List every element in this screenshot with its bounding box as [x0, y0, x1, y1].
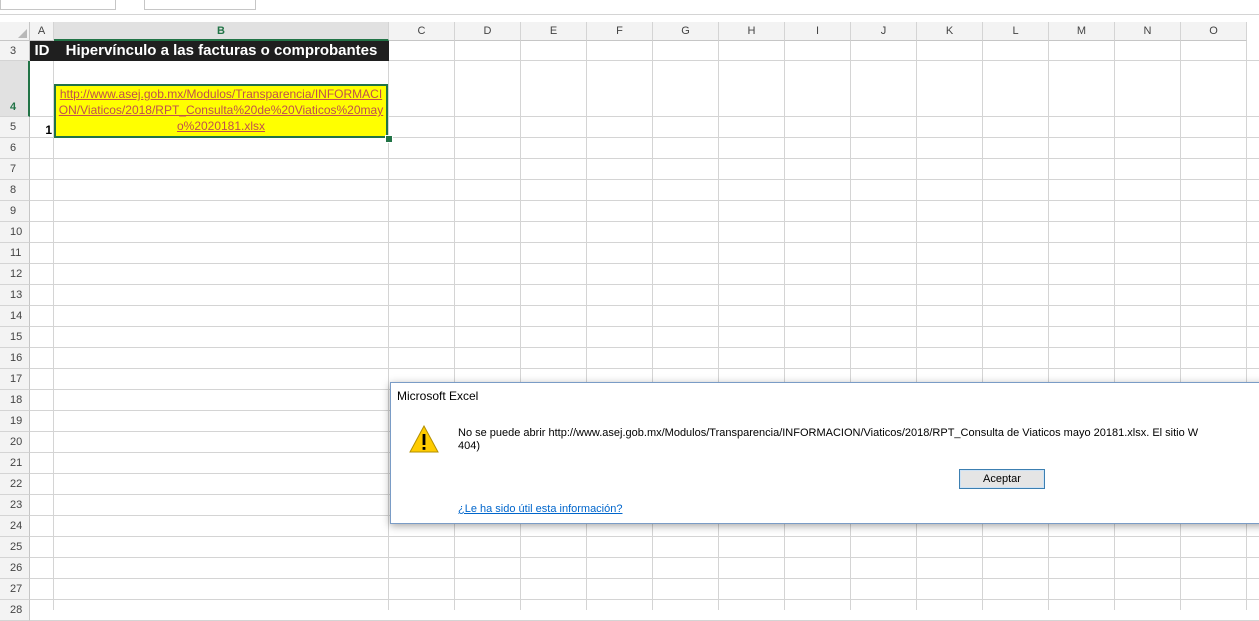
row-header-6[interactable]: 6	[0, 138, 30, 159]
column-header-k[interactable]: K	[917, 22, 983, 41]
row-gridline	[30, 347, 1259, 348]
row-header-28[interactable]: 28	[0, 600, 30, 621]
column-header-h[interactable]: H	[719, 22, 785, 41]
row-header-18[interactable]: 18	[0, 390, 30, 411]
row-header-21[interactable]: 21	[0, 453, 30, 474]
formula-input[interactable]	[144, 0, 256, 10]
column-header-n[interactable]: N	[1115, 22, 1181, 41]
id-cell[interactable]: 1	[30, 122, 52, 138]
help-link[interactable]: ¿Le ha sido útil esta información?	[458, 503, 622, 515]
row-header-14[interactable]: 14	[0, 306, 30, 327]
row-header-12[interactable]: 12	[0, 264, 30, 285]
row-header-17[interactable]: 17	[0, 369, 30, 390]
row-header-27[interactable]: 27	[0, 579, 30, 600]
name-box[interactable]	[0, 0, 116, 10]
row-header-22[interactable]: 22	[0, 474, 30, 495]
row-header-26[interactable]: 26	[0, 558, 30, 579]
row-header-5[interactable]: 5	[0, 117, 30, 138]
id-header-cell[interactable]: ID	[30, 41, 54, 61]
row-header-8[interactable]: 8	[0, 180, 30, 201]
column-header-c[interactable]: C	[389, 22, 455, 41]
column-header-f[interactable]: F	[587, 22, 653, 41]
column-header-e[interactable]: E	[521, 22, 587, 41]
row-header-10[interactable]: 10	[0, 222, 30, 243]
row-gridline	[30, 536, 1259, 537]
fill-handle[interactable]	[385, 135, 393, 143]
column-header-i[interactable]: I	[785, 22, 851, 41]
row-header-11[interactable]: 11	[0, 243, 30, 264]
row-header-24[interactable]: 24	[0, 516, 30, 537]
row-gridline	[30, 578, 1259, 579]
row-header-19[interactable]: 19	[0, 411, 30, 432]
column-header-b[interactable]: B	[54, 22, 389, 41]
hyperlink-cell[interactable]: http://www.asej.gob.mx/Modulos/Transpare…	[54, 84, 388, 138]
row-header-4[interactable]: 4	[0, 61, 30, 117]
column-header-a[interactable]: A	[30, 22, 54, 41]
column-header-m[interactable]: M	[1049, 22, 1115, 41]
column-header-d[interactable]: D	[455, 22, 521, 41]
dialog-message: No se puede abrir http://www.asej.gob.mx…	[458, 427, 1258, 453]
row-header-3[interactable]: 3	[0, 41, 30, 61]
row-header-20[interactable]: 20	[0, 432, 30, 453]
row-header-13[interactable]: 13	[0, 285, 30, 306]
row-gridline	[30, 158, 1259, 159]
row-gridline	[30, 557, 1259, 558]
error-dialog: Microsoft Excel No se puede abrir http:/…	[390, 382, 1259, 524]
column-header-o[interactable]: O	[1181, 22, 1247, 41]
row-header-7[interactable]: 7	[0, 159, 30, 180]
row-header-23[interactable]: 23	[0, 495, 30, 516]
link-header-cell[interactable]: Hipervínculo a las facturas o comprobant…	[54, 41, 389, 61]
row-gridline	[30, 242, 1259, 243]
dialog-title: Microsoft Excel	[397, 389, 479, 403]
row-gridline	[30, 305, 1259, 306]
row-header-9[interactable]: 9	[0, 201, 30, 222]
column-header-l[interactable]: L	[983, 22, 1049, 41]
dialog-message-line1: No se puede abrir http://www.asej.gob.mx…	[458, 427, 1199, 439]
row-gridline	[30, 263, 1259, 264]
column-header-g[interactable]: G	[653, 22, 719, 41]
row-gridline	[30, 179, 1259, 180]
row-header-15[interactable]: 15	[0, 327, 30, 348]
hyperlink[interactable]: http://www.asej.gob.mx/Modulos/Transpare…	[59, 87, 383, 133]
row-gridline	[30, 368, 1259, 369]
warning-icon	[409, 425, 439, 453]
row-gridline	[30, 221, 1259, 222]
row-gridline	[30, 599, 1259, 600]
row-gridline	[30, 200, 1259, 201]
row-gridline	[30, 284, 1259, 285]
select-all-corner[interactable]	[0, 22, 30, 41]
row-header-16[interactable]: 16	[0, 348, 30, 369]
row-gridline	[30, 326, 1259, 327]
dialog-message-line2: 404)	[458, 440, 481, 452]
column-header-j[interactable]: J	[851, 22, 917, 41]
formula-bar	[0, 0, 1259, 15]
ok-button[interactable]: Aceptar	[959, 469, 1045, 489]
row-header-25[interactable]: 25	[0, 537, 30, 558]
